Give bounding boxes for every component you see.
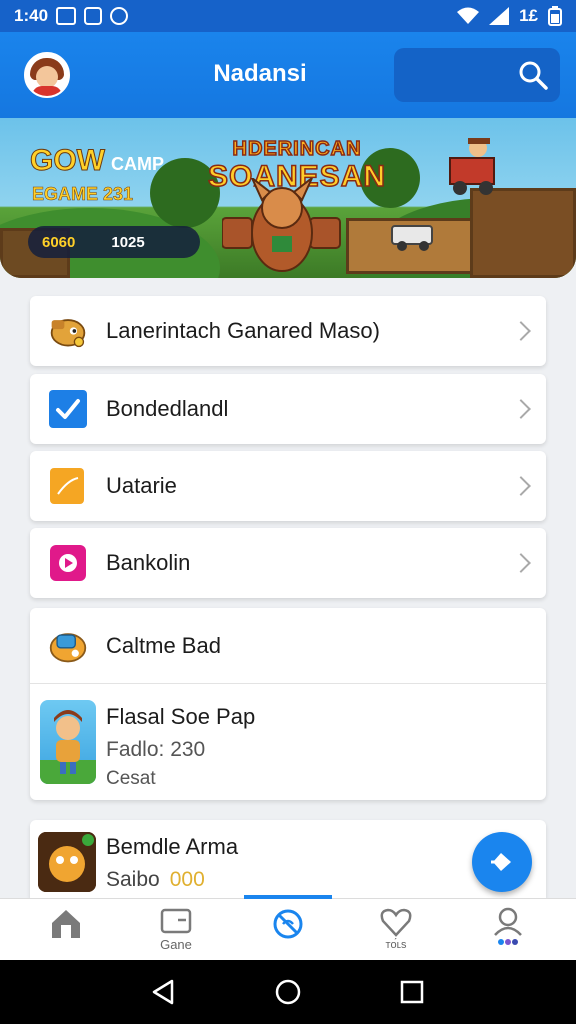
user-avatar[interactable] — [24, 52, 70, 98]
battery-icon — [548, 6, 562, 26]
nav-favorites-label: ᴛᴏ́ʟs — [385, 939, 407, 951]
nav-home[interactable] — [36, 907, 96, 959]
notification-icon — [84, 7, 103, 25]
game-detail: Fadlo: 230 — [106, 738, 206, 761]
wifi-icon — [457, 7, 480, 24]
home-button-icon[interactable] — [274, 978, 302, 1006]
bottom-nav: Gane ᴛᴏ́ʟs — [0, 895, 576, 960]
signal-icon — [489, 7, 510, 25]
menu-card-3[interactable]: Uatarie — [30, 451, 546, 521]
checkbox-icon — [48, 389, 88, 429]
recents-icon[interactable] — [398, 978, 426, 1006]
menu-label: Uatarie — [106, 473, 177, 498]
status-indicator-text: 1£ — [519, 6, 538, 25]
score-right: 1025 — [111, 233, 145, 251]
menu-label: Bondedlandl — [106, 396, 229, 421]
section-header[interactable]: Caltme Bad — [30, 608, 546, 684]
search-icon — [519, 61, 548, 90]
system-nav-bar — [0, 960, 576, 1024]
game-card-subtitle-row: Saibo 000 — [106, 868, 205, 892]
folder-icon — [48, 466, 88, 506]
game-status: Cesat — [106, 768, 156, 789]
status-bar: 1:40 1£ — [0, 0, 576, 32]
nav-profile[interactable] — [478, 907, 538, 959]
nav-game-label: Gane — [160, 937, 192, 952]
game-controller-icon — [48, 626, 88, 666]
profile-icon — [494, 907, 522, 945]
game-thumbnail — [40, 700, 96, 784]
score-pill: 6060 1025 — [28, 226, 200, 258]
banner-character-icon — [222, 178, 341, 272]
app-header: Nadansi — [0, 32, 576, 118]
nav-active[interactable] — [258, 907, 318, 959]
home-icon — [52, 910, 80, 938]
chevron-right-icon — [511, 553, 531, 573]
menu-label: Lanerintach Ganared Maso) — [106, 318, 380, 343]
menu-card-1[interactable]: Lanerintach Ganared Maso) — [30, 296, 546, 366]
record-icon — [48, 543, 88, 583]
back-icon[interactable] — [150, 978, 178, 1006]
chevron-right-icon — [511, 476, 531, 496]
no-signal-icon — [273, 909, 303, 939]
alert-icon — [110, 7, 129, 25]
wallet-icon — [160, 908, 192, 934]
banner-cart-icon — [449, 138, 495, 195]
game-list-item[interactable]: Flasal Soe Pap Fadlo: 230 Cesat — [30, 684, 546, 800]
search-button[interactable] — [394, 48, 560, 102]
game-character-icon — [48, 311, 88, 351]
game-card-subtitle: Saibo — [106, 868, 160, 891]
menu-card-2[interactable]: Bondedlandl — [30, 374, 546, 444]
game-banner[interactable]: GOW CAMP EGAME 231 HDERINCAN SOANESAN 606… — [0, 118, 576, 278]
game-title: Flasal Soe Pap — [106, 704, 256, 729]
nav-game[interactable]: Gane — [146, 907, 206, 959]
active-tab-indicator — [244, 895, 332, 899]
heart-icon — [380, 908, 412, 937]
game-card[interactable]: Bemdle Arma Saibo 000 — [30, 820, 546, 898]
game-thumbnail — [38, 832, 96, 892]
section-card: Caltme Bad Flasal Soe Pap Fadlo: 230 Ces… — [30, 608, 546, 800]
menu-card-4[interactable]: Bankolin — [30, 528, 546, 598]
coin-text: 000 — [169, 868, 205, 891]
app-title: Nadansi — [213, 60, 307, 87]
chevron-right-icon — [511, 321, 531, 341]
banner-game-text: EGAME 231 — [32, 184, 134, 205]
banner-gow-text: GOW CAMP — [30, 144, 165, 178]
section-header-label: Caltme Bad — [106, 632, 221, 658]
banner-truck-icon — [391, 225, 433, 251]
chevron-right-icon — [511, 399, 531, 419]
floating-action-button[interactable] — [472, 832, 532, 892]
gallery-notification-icon — [56, 7, 77, 25]
status-time: 1:40 — [14, 6, 49, 25]
score-left: 6060 — [42, 233, 76, 251]
send-icon — [491, 853, 511, 871]
menu-label: Bankolin — [106, 550, 191, 575]
game-card-title: Bemdle Arma — [106, 834, 239, 859]
nav-favorites[interactable]: ᴛᴏ́ʟs — [366, 907, 426, 959]
